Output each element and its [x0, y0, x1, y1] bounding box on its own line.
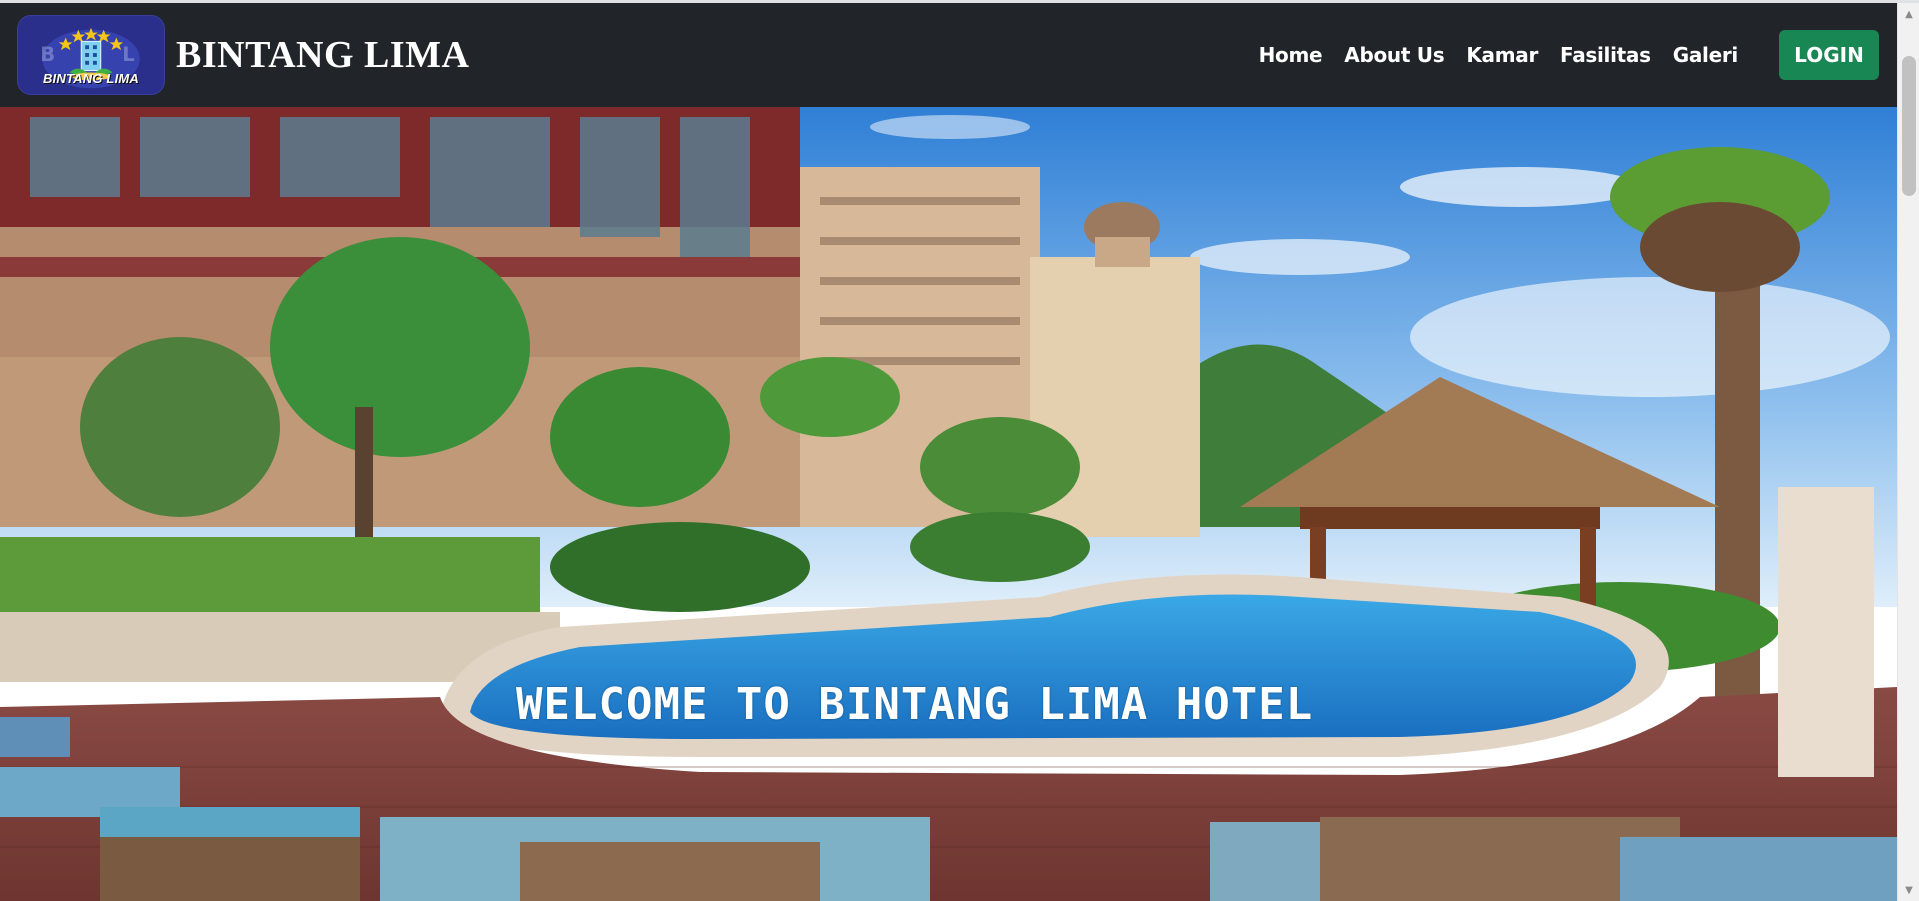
- hero-title: WELCOME TO BINTANG LIMA HOTEL: [516, 679, 1314, 730]
- chevron-up-icon[interactable]: ▲: [1898, 3, 1919, 25]
- hero-section: WELCOME TO BINTANG LIMA HOTEL: [0, 107, 1897, 901]
- brand-title[interactable]: BINTANG LIMA: [176, 33, 470, 77]
- scroll-thumb[interactable]: [1902, 56, 1916, 196]
- nav-home-link[interactable]: Home: [1259, 43, 1323, 67]
- nav-galeri-link[interactable]: Galeri: [1673, 43, 1739, 67]
- nav-links: Home About Us Kamar Fasilitas Galeri: [1259, 3, 1739, 107]
- page-scrollbar[interactable]: ▲ ▼: [1897, 3, 1919, 901]
- navbar: B L BINTANG LIMA BINTANG LIMA Home About…: [0, 3, 1897, 107]
- brand-logo[interactable]: B L BINTANG LIMA: [17, 15, 165, 95]
- svg-text:B: B: [40, 43, 55, 66]
- login-button[interactable]: LOGIN: [1779, 30, 1879, 80]
- logo-text: BINTANG LIMA: [42, 71, 140, 86]
- resort-pool-photo: [0, 107, 1897, 901]
- nav-about-link[interactable]: About Us: [1344, 43, 1444, 67]
- nav-kamar-link[interactable]: Kamar: [1466, 43, 1538, 67]
- svg-text:L: L: [122, 43, 134, 66]
- nav-fasilitas-link[interactable]: Fasilitas: [1560, 43, 1651, 67]
- chevron-down-icon[interactable]: ▼: [1898, 879, 1919, 901]
